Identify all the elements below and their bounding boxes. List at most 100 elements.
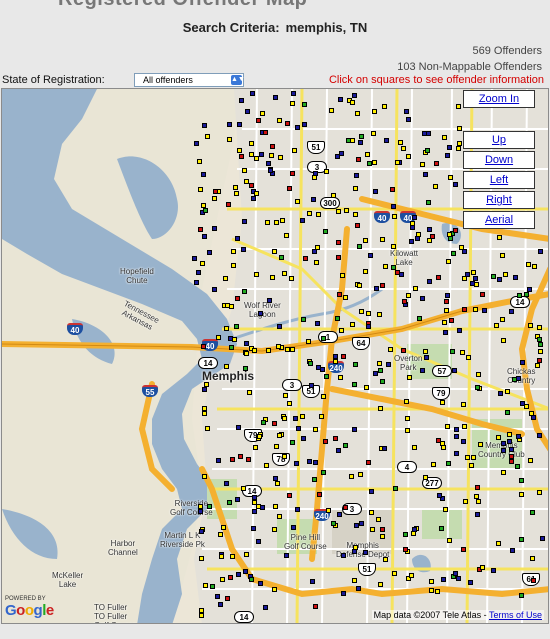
offender-marker[interactable] <box>463 499 468 504</box>
offender-marker[interactable] <box>235 296 240 301</box>
offender-marker[interactable] <box>423 475 428 480</box>
offender-marker[interactable] <box>355 223 360 228</box>
offender-marker[interactable] <box>363 269 368 274</box>
offender-marker[interactable] <box>307 211 312 216</box>
offender-marker[interactable] <box>425 148 430 153</box>
offender-marker[interactable] <box>291 525 296 530</box>
offender-marker[interactable] <box>301 436 306 441</box>
offender-marker[interactable] <box>453 571 458 576</box>
offender-marker[interactable] <box>201 344 206 349</box>
offender-marker[interactable] <box>254 191 259 196</box>
offender-marker[interactable] <box>517 293 522 298</box>
offender-marker[interactable] <box>372 109 377 114</box>
offender-marker[interactable] <box>460 350 465 355</box>
offender-marker[interactable] <box>316 212 321 217</box>
offender-marker[interactable] <box>198 187 203 192</box>
pan-down-button[interactable]: Down <box>463 151 535 169</box>
offender-marker[interactable] <box>359 309 364 314</box>
offender-marker[interactable] <box>218 532 223 537</box>
offender-marker[interactable] <box>405 416 410 421</box>
offender-marker[interactable] <box>285 347 290 352</box>
offender-marker[interactable] <box>216 458 221 463</box>
offender-marker[interactable] <box>510 548 515 553</box>
offender-marker[interactable] <box>335 154 340 159</box>
pan-right-button[interactable]: Right <box>463 191 535 209</box>
offender-marker[interactable] <box>312 249 317 254</box>
offender-marker[interactable] <box>205 134 210 139</box>
offender-marker[interactable] <box>331 193 336 198</box>
offender-marker[interactable] <box>321 470 326 475</box>
offender-marker[interactable] <box>279 255 284 260</box>
offender-marker[interactable] <box>439 526 444 531</box>
offender-marker[interactable] <box>216 335 221 340</box>
offender-marker[interactable] <box>256 118 261 123</box>
offender-marker[interactable] <box>448 175 453 180</box>
offender-marker[interactable] <box>528 458 533 463</box>
offender-marker[interactable] <box>420 162 425 167</box>
offender-marker[interactable] <box>200 261 205 266</box>
terms-of-use-link[interactable]: Terms of Use <box>489 610 542 620</box>
offender-marker[interactable] <box>519 478 524 483</box>
offender-marker[interactable] <box>359 521 364 526</box>
offender-marker[interactable] <box>424 355 429 360</box>
offender-marker[interactable] <box>242 219 247 224</box>
offender-marker[interactable] <box>380 237 385 242</box>
offender-marker[interactable] <box>313 427 318 432</box>
offender-marker[interactable] <box>527 287 532 292</box>
offender-marker[interactable] <box>415 236 420 241</box>
offender-marker[interactable] <box>509 459 514 464</box>
offender-marker[interactable] <box>289 276 294 281</box>
offender-marker[interactable] <box>378 582 383 587</box>
offender-marker[interactable] <box>355 111 360 116</box>
offender-marker[interactable] <box>403 532 408 537</box>
offender-marker[interactable] <box>423 172 428 177</box>
offender-marker[interactable] <box>449 318 454 323</box>
offender-marker[interactable] <box>359 134 364 139</box>
offender-marker[interactable] <box>352 578 357 583</box>
offender-marker[interactable] <box>226 202 231 207</box>
offender-marker[interactable] <box>390 187 395 192</box>
offender-marker[interactable] <box>431 462 436 467</box>
offender-marker[interactable] <box>198 227 203 232</box>
offender-marker[interactable] <box>358 472 363 477</box>
offender-marker[interactable] <box>371 131 376 136</box>
offender-marker[interactable] <box>452 368 457 373</box>
offender-marker[interactable] <box>496 541 501 546</box>
offender-marker[interactable] <box>202 387 207 392</box>
offender-marker[interactable] <box>301 317 306 322</box>
offender-marker[interactable] <box>338 97 343 102</box>
offender-marker[interactable] <box>505 389 510 394</box>
offender-marker[interactable] <box>313 604 318 609</box>
offender-marker[interactable] <box>462 424 467 429</box>
offender-marker[interactable] <box>317 492 322 497</box>
offender-marker[interactable] <box>538 342 543 347</box>
offender-marker[interactable] <box>249 577 254 582</box>
offender-marker[interactable] <box>352 93 357 98</box>
offender-marker[interactable] <box>284 553 289 558</box>
offender-marker[interactable] <box>453 182 458 187</box>
offender-marker[interactable] <box>378 368 383 373</box>
offender-marker[interactable] <box>526 262 531 267</box>
offender-marker[interactable] <box>295 199 300 204</box>
offender-marker[interactable] <box>456 576 461 581</box>
offender-marker[interactable] <box>287 186 292 191</box>
offender-marker[interactable] <box>274 444 279 449</box>
offender-marker[interactable] <box>346 138 351 143</box>
offender-marker[interactable] <box>236 572 241 577</box>
offender-marker[interactable] <box>405 428 410 433</box>
offender-marker[interactable] <box>278 155 283 160</box>
offender-marker[interactable] <box>473 307 478 312</box>
offender-marker[interactable] <box>440 441 445 446</box>
offender-marker[interactable] <box>336 255 341 260</box>
offender-marker[interactable] <box>366 311 371 316</box>
offender-marker[interactable] <box>447 145 452 150</box>
offender-marker[interactable] <box>242 168 247 173</box>
offender-marker[interactable] <box>339 328 344 333</box>
offender-marker[interactable] <box>519 492 524 497</box>
offender-marker[interactable] <box>454 427 459 432</box>
offender-marker[interactable] <box>457 328 462 333</box>
offender-marker[interactable] <box>326 508 331 513</box>
offender-marker[interactable] <box>466 355 471 360</box>
offender-marker[interactable] <box>234 191 239 196</box>
offender-marker[interactable] <box>491 568 496 573</box>
